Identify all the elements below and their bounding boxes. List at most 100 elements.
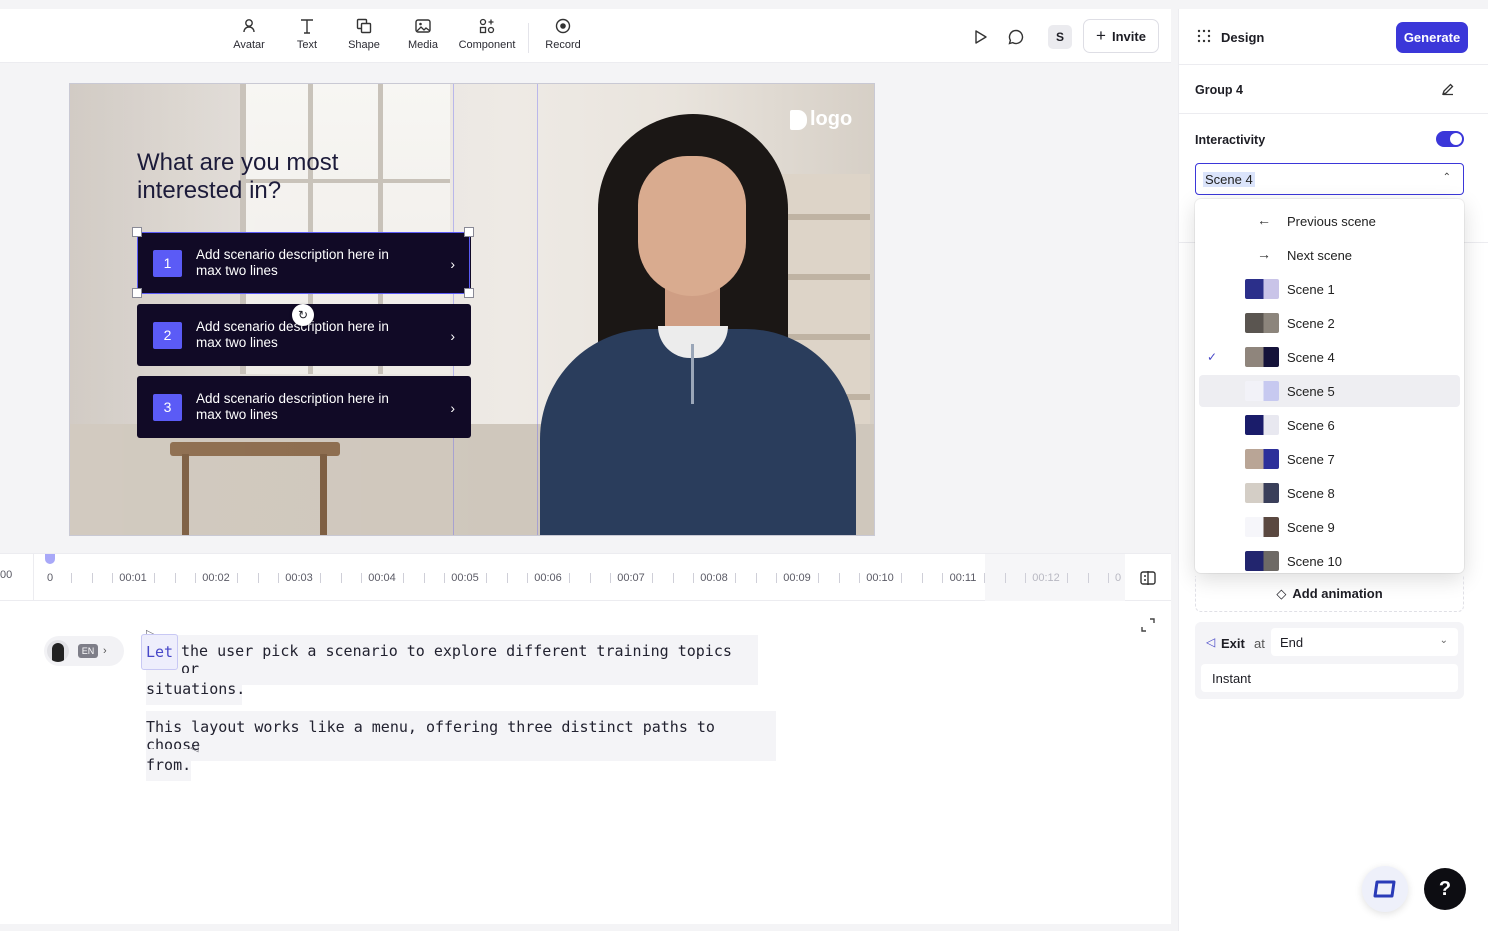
media-tool-button[interactable]: Media <box>405 15 441 59</box>
timeline-tick <box>485 573 487 583</box>
scene-option-5[interactable]: Scene 5 <box>1199 375 1460 407</box>
timeline-tick <box>153 573 155 583</box>
timeline-tick <box>693 573 695 583</box>
selected-scene-value: Scene 4 <box>1203 172 1255 187</box>
split-view-icon[interactable] <box>1139 569 1157 587</box>
voice-language-selector[interactable]: EN › <box>44 636 124 666</box>
timeline-tick <box>91 573 93 583</box>
script-editor[interactable]: EN › ▷ the user pick a scenario to explo… <box>0 601 1171 924</box>
edit-pencil-icon[interactable] <box>1441 82 1455 96</box>
chevron-right-icon: › <box>450 328 455 344</box>
scenario-option-1[interactable]: 1 Add scenario description here in max t… <box>137 232 471 294</box>
resize-handle[interactable] <box>464 288 474 298</box>
component-tool-label: Component <box>458 39 516 51</box>
media-tool-label: Media <box>408 39 438 51</box>
group-row: Group 4 <box>1179 66 1488 114</box>
scene-option-2[interactable]: Scene 2 <box>1199 307 1460 339</box>
timeline-tick <box>70 573 72 583</box>
timeline-tick <box>340 573 342 583</box>
timeline-time-label: 00:09 <box>783 572 811 584</box>
exit-timing-select[interactable]: End ⌄ <box>1271 628 1458 656</box>
timeline-tick <box>361 573 363 583</box>
script-line-3[interactable]: This layout works like a menu, offering … <box>146 711 776 761</box>
timeline-time-label: 0 <box>46 572 54 584</box>
expand-icon[interactable] <box>1140 617 1156 633</box>
user-avatar[interactable]: S <box>1048 25 1072 49</box>
script-highlighted-word[interactable]: Let <box>141 634 179 670</box>
top-toolbar: Avatar Text Shape Media Component Record… <box>0 9 1171 63</box>
timeline-time-label: 00:07 <box>617 572 645 584</box>
timeline-tick <box>257 573 259 583</box>
chevron-up-icon: ⌃ <box>1442 172 1451 183</box>
avatar-tool-label: Avatar <box>233 39 265 51</box>
rotate-handle-icon[interactable]: ↻ <box>292 304 314 326</box>
timeline[interactable]: 00 0 00:01 00:02 00:03 00:04 00:05 00:06 00:07 0… <box>0 553 1171 602</box>
support-chat-button[interactable] <box>1362 866 1408 912</box>
scene-option-10[interactable]: Scene 10 <box>1199 545 1460 573</box>
text-tool-button[interactable]: Text <box>292 15 322 59</box>
scene-option-label: Scene 4 <box>1287 350 1335 365</box>
timeline-time-label: 00:10 <box>866 572 894 584</box>
record-tool-button[interactable]: Record <box>543 15 583 59</box>
scene-thumbnail <box>1245 279 1279 299</box>
add-animation-button[interactable]: ◇ Add animation <box>1195 576 1464 612</box>
presenter-avatar[interactable] <box>540 104 870 535</box>
scene-option-7[interactable]: Scene 7 <box>1199 443 1460 475</box>
timeline-tick <box>610 573 612 583</box>
shape-tool-button[interactable]: Shape <box>346 15 382 59</box>
alignment-guide <box>537 84 538 535</box>
timeline-time-label: 00:06 <box>534 572 562 584</box>
slide-canvas[interactable]: logo What are you most interested in? 1 … <box>69 83 875 536</box>
scene-option-8[interactable]: Scene 8 <box>1199 477 1460 509</box>
scene-thumbnail <box>1245 551 1279 571</box>
exit-transition-select[interactable]: Instant <box>1201 664 1458 692</box>
interactivity-toggle[interactable] <box>1436 131 1464 147</box>
generate-button[interactable]: Generate <box>1396 22 1468 53</box>
text-tool-label: Text <box>296 39 318 51</box>
scenario-option-3[interactable]: 3 Add scenario description here in max t… <box>137 376 471 438</box>
resize-handle[interactable] <box>132 227 142 237</box>
scene-option-1[interactable]: Scene 1 <box>1199 273 1460 305</box>
resize-handle[interactable] <box>464 227 474 237</box>
logo-mark-icon <box>790 109 807 130</box>
next-scene-option[interactable]: → Next scene <box>1199 239 1460 271</box>
timeline-tick <box>278 573 280 583</box>
previous-scene-option[interactable]: ← Previous scene <box>1199 205 1460 237</box>
timeline-tick <box>651 573 653 583</box>
resize-handle[interactable] <box>132 288 142 298</box>
timeline-time-label: 00:12 <box>1032 572 1060 584</box>
arrow-right-icon: → <box>1257 246 1271 262</box>
playhead[interactable] <box>45 554 55 564</box>
add-animation-label: Add animation <box>1292 586 1383 601</box>
help-button[interactable]: ? <box>1424 868 1466 910</box>
component-tool-button[interactable]: Component <box>454 15 520 59</box>
scene-thumbnail <box>1245 483 1279 503</box>
exit-at-label: at <box>1254 636 1265 651</box>
scene-target-select[interactable]: Scene 4 ⌃ <box>1195 163 1464 195</box>
invite-button[interactable]: + Invite <box>1083 19 1159 53</box>
animation-end-marker-icon[interactable]: ◁ <box>190 741 198 754</box>
timeline-tick <box>444 573 446 583</box>
scene-option-9[interactable]: Scene 9 <box>1199 511 1460 543</box>
logo-text: logo <box>810 108 853 130</box>
scene-option-label: Previous scene <box>1287 214 1376 229</box>
script-line-2[interactable]: situations. <box>146 673 245 705</box>
scene-option-6[interactable]: Scene 6 <box>1199 409 1460 441</box>
scene-option-label: Scene 1 <box>1287 282 1335 297</box>
chevron-right-icon: › <box>450 400 455 416</box>
scene-option-4[interactable]: ✓ Scene 4 <box>1199 341 1460 373</box>
timeline-tick <box>817 573 819 583</box>
timeline-tick <box>859 573 861 583</box>
slide-logo[interactable]: logo <box>790 108 852 131</box>
scene-option-label: Scene 6 <box>1287 418 1335 433</box>
timeline-tick <box>734 573 736 583</box>
avatar-tool-button[interactable]: Avatar <box>232 15 266 59</box>
image-icon <box>415 19 431 33</box>
plus-icon: + <box>1096 26 1106 45</box>
design-panel: Design Generate Group 4 Interactivity Sc… <box>1178 9 1488 931</box>
timeline-tick <box>1087 573 1089 583</box>
play-button[interactable] <box>968 25 992 49</box>
slide-title[interactable]: What are you most interested in? <box>137 149 437 205</box>
script-line-4[interactable]: from. <box>146 749 191 781</box>
comments-button[interactable] <box>1004 25 1028 49</box>
